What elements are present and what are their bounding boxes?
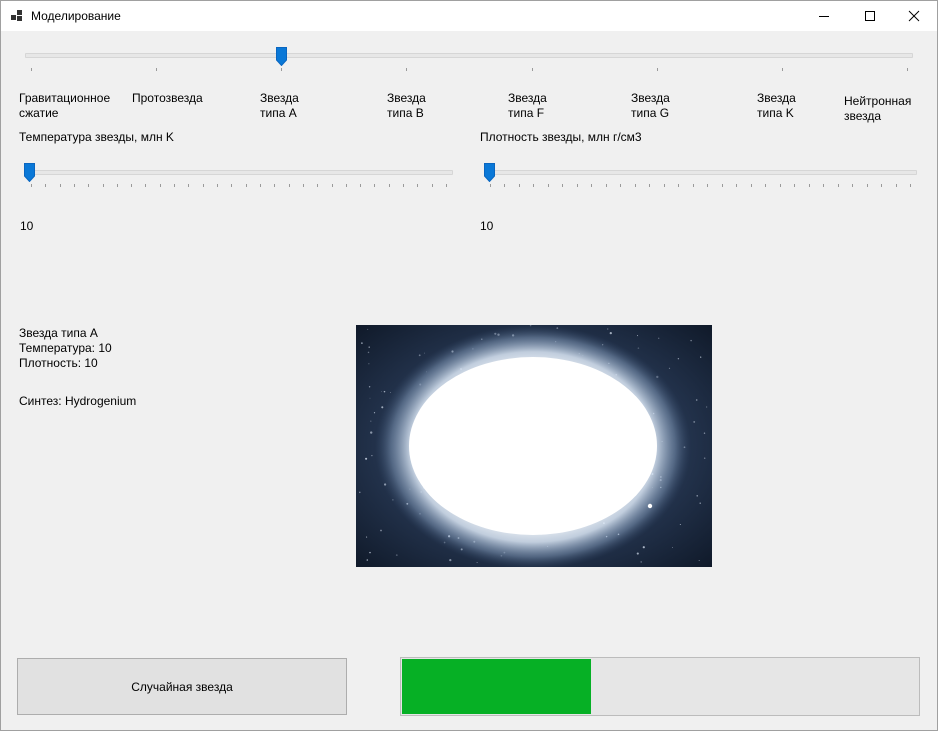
slider-tick xyxy=(866,184,868,187)
progress-bar-fill xyxy=(402,659,592,714)
stage-label-gravitational: Гравитационное сжатие xyxy=(19,91,111,120)
close-button[interactable] xyxy=(891,1,937,31)
stage-slider-tick xyxy=(281,68,283,71)
minimize-button[interactable] xyxy=(801,1,847,31)
slider-tick xyxy=(678,184,680,187)
app-icon xyxy=(11,10,23,22)
slider-tick xyxy=(490,184,491,187)
density-slider-ticks xyxy=(1,184,938,187)
close-icon xyxy=(908,10,920,22)
density-label: Плотность звезды, млн г/см3 xyxy=(480,130,642,144)
main-window: Моделирование Гравитационное сжатие Прот… xyxy=(0,0,938,731)
minimize-icon xyxy=(819,16,829,17)
slider-tick xyxy=(634,184,636,187)
stage-slider-tick xyxy=(31,68,32,71)
star-type-text: Звезда типа A xyxy=(19,326,98,340)
stage-label-type-k: Звезда типа K xyxy=(757,91,796,120)
stage-slider-tick xyxy=(656,68,658,71)
title-bar: Моделирование xyxy=(1,1,937,31)
slider-tick xyxy=(692,184,694,187)
maximize-icon xyxy=(865,11,875,21)
stage-slider-thumb[interactable] xyxy=(276,47,288,66)
slider-tick xyxy=(837,184,839,187)
slider-tick xyxy=(895,184,897,187)
stage-label-neutron: Нейтронная звезда xyxy=(844,94,912,123)
slider-tick xyxy=(576,184,578,187)
slider-tick xyxy=(750,184,752,187)
stage-slider-tick xyxy=(907,68,908,71)
stage-slider-track[interactable] xyxy=(25,53,913,58)
stage-label-type-f: Звезда типа F xyxy=(508,91,547,120)
density-slider-track[interactable] xyxy=(485,170,917,175)
slider-tick xyxy=(562,184,564,187)
slider-tick xyxy=(518,184,520,187)
stage-slider-tick xyxy=(531,68,533,71)
temperature-label: Температура звезды, млн K xyxy=(19,130,174,144)
slider-tick xyxy=(533,184,535,187)
slider-tick xyxy=(852,184,854,187)
random-star-button[interactable]: Случайная звезда xyxy=(17,658,347,715)
slider-tick xyxy=(881,184,883,187)
stage-slider-tick xyxy=(781,68,783,71)
slider-tick xyxy=(910,184,911,187)
stage-slider-tick xyxy=(156,68,158,71)
slider-tick xyxy=(808,184,810,187)
slider-tick xyxy=(605,184,607,187)
slider-tick xyxy=(779,184,781,187)
window-title: Моделирование xyxy=(31,9,121,23)
slider-tick xyxy=(504,184,506,187)
stage-slider-ticks xyxy=(1,68,938,71)
density-slider-thumb[interactable] xyxy=(484,163,495,182)
stage-label-protostar: Протозвезда xyxy=(132,91,203,105)
slider-tick xyxy=(547,184,549,187)
slider-tick xyxy=(663,184,665,187)
slider-tick xyxy=(649,184,651,187)
slider-tick xyxy=(721,184,723,187)
slider-tick xyxy=(794,184,796,187)
star-synthesis-text: Синтез: Hydrogenium xyxy=(19,394,137,408)
star-image xyxy=(356,325,712,567)
stage-slider-tick xyxy=(406,68,408,71)
density-value: 10 xyxy=(480,219,494,233)
stage-label-type-b: Звезда типа B xyxy=(387,91,426,120)
slider-tick xyxy=(707,184,709,187)
random-star-button-label: Случайная звезда xyxy=(131,679,233,694)
stage-label-type-g: Звезда типа G xyxy=(631,91,670,120)
temperature-slider-track[interactable] xyxy=(25,170,453,175)
star-density-text: Плотность: 10 xyxy=(19,356,98,370)
slider-tick xyxy=(620,184,622,187)
star-temperature-text: Температура: 10 xyxy=(19,341,112,355)
maximize-button[interactable] xyxy=(847,1,893,31)
temperature-value: 10 xyxy=(20,219,34,233)
slider-tick xyxy=(736,184,738,187)
slider-tick xyxy=(765,184,767,187)
progress-bar xyxy=(400,657,920,716)
temperature-slider-thumb[interactable] xyxy=(24,163,35,182)
slider-tick xyxy=(823,184,825,187)
slider-tick xyxy=(591,184,593,187)
stage-label-type-a: Звезда типа A xyxy=(260,91,299,120)
